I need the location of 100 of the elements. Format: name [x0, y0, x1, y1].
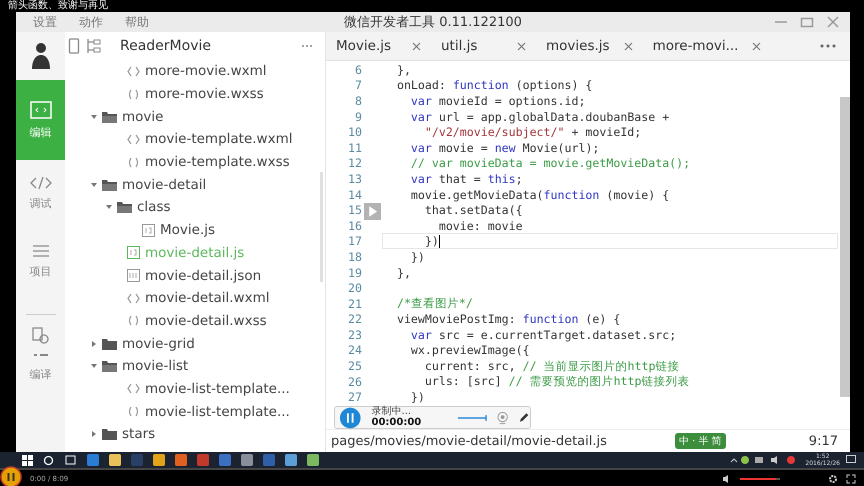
code-line: movie.getMovieData(function (movie) {	[410, 188, 670, 202]
code-line: onLoad: function (options) {	[396, 78, 592, 92]
code-line: var src = e.currentTarget.dataset.src;	[410, 328, 676, 342]
code-line: })	[410, 250, 425, 264]
file-tab[interactable]: util.js	[431, 32, 536, 60]
tree-item[interactable]: movie-list	[122, 358, 188, 374]
line-number: 10	[347, 125, 362, 140]
tree-item[interactable]: more-movie.wxml	[145, 63, 267, 80]
menu-item[interactable]: 设置	[33, 14, 57, 30]
tree-item[interactable]: movie-template.wxss	[145, 154, 290, 170]
line-number: 19	[347, 266, 362, 280]
search-icon[interactable]	[43, 454, 54, 466]
code-line: wx.previewImage({	[410, 343, 530, 358]
line-number: 17	[347, 234, 362, 248]
folder-icon	[117, 201, 132, 214]
line-number: 6	[354, 62, 362, 77]
pen-icon[interactable]	[518, 411, 530, 424]
taskbar-app-icon[interactable]	[241, 454, 253, 466]
file-icon	[142, 224, 155, 237]
line-number: 7	[354, 78, 362, 92]
menu-item[interactable]: 动作	[79, 14, 103, 30]
input-method-badge[interactable]: 中 · 半 简	[674, 433, 726, 449]
close-icon[interactable]	[624, 42, 633, 50]
code-brackets-icon	[30, 176, 52, 190]
avatar-silhouette-icon[interactable]	[30, 40, 52, 70]
settings-icon[interactable]	[828, 474, 838, 484]
window-title: 微信开发者工具 0.11.122100	[344, 14, 522, 31]
tree-item[interactable]: class	[137, 199, 171, 216]
line-number: 27	[347, 390, 362, 404]
tree-item[interactable]: Movie.js	[160, 222, 216, 238]
caret-icon[interactable]	[91, 114, 97, 120]
tree-item[interactable]: movie-detail.wxss	[145, 312, 267, 329]
tree-item[interactable]: stars	[122, 426, 156, 442]
webcam-icon[interactable]	[496, 410, 508, 424]
line-number: 18	[347, 250, 362, 264]
caret-icon[interactable]	[91, 182, 97, 188]
line-number: 23	[347, 328, 362, 342]
parentheses-icon	[127, 88, 140, 100]
caret-icon[interactable]	[91, 340, 97, 347]
play-icon[interactable]	[364, 203, 381, 220]
line-number: 26	[347, 374, 362, 389]
tree-item[interactable]: movie-grid	[122, 336, 195, 352]
close-icon[interactable]	[826, 16, 840, 28]
file-tab[interactable]: movies.js	[536, 32, 643, 60]
folder-icon	[102, 428, 117, 440]
tree-item[interactable]: movie-detail.wxml	[145, 290, 270, 306]
file-tab[interactable]: Movie.js	[326, 32, 431, 60]
code-line: var movieId = options.id;	[410, 94, 586, 108]
notification-icon[interactable]	[846, 455, 856, 465]
code-line: },	[396, 62, 411, 77]
tree-item[interactable]: movie-list-template...	[145, 404, 290, 420]
line-number: 15	[347, 203, 362, 218]
taskbar-app-icon[interactable]	[175, 454, 187, 466]
code-line: var that = this;	[410, 172, 523, 186]
tree-structure-icon[interactable]	[86, 38, 102, 54]
task-view-icon[interactable]	[64, 455, 77, 465]
code-line: })	[410, 390, 425, 404]
phone-icon[interactable]	[68, 38, 80, 54]
code-line: })	[424, 234, 439, 248]
taskbar-app-icon[interactable]	[153, 454, 165, 466]
close-icon[interactable]	[412, 42, 421, 50]
tree-item[interactable]: movie-detail	[122, 176, 206, 193]
file-icon	[127, 269, 140, 282]
folder-icon	[102, 338, 117, 350]
tree-item[interactable]: movie-detail.json	[145, 268, 262, 284]
recording-time: 00:00:00	[372, 418, 422, 428]
line-number: 22	[347, 312, 362, 326]
fullscreen-icon[interactable]	[846, 474, 856, 484]
tree-item[interactable]: movie	[122, 108, 164, 125]
taskbar-app-icon[interactable]	[109, 454, 121, 466]
code-line: current: src, // 当前显示图片的http链接	[424, 358, 680, 374]
menu-item[interactable]: 帮助	[125, 14, 149, 30]
taskbar-app-icon[interactable]	[285, 454, 297, 466]
angle-brackets-icon	[127, 134, 140, 145]
file-path: pages/movies/movie-detail/movie-detail.js	[331, 434, 607, 448]
caret-icon[interactable]	[91, 363, 97, 370]
caret-icon[interactable]	[106, 204, 112, 210]
tree-item[interactable]: movie-template.wxml	[145, 131, 292, 148]
tree-item[interactable]: movie-list-template...	[145, 380, 290, 397]
pause-button[interactable]	[0, 466, 22, 486]
line-number: 20	[347, 281, 362, 296]
taskbar-app-icon[interactable]	[307, 454, 319, 466]
parentheses-icon	[127, 406, 140, 418]
recording-status: 录制中...	[372, 407, 412, 418]
more-icon[interactable]	[820, 44, 836, 48]
caret-icon[interactable]	[91, 431, 97, 438]
windows-logo-icon[interactable]	[22, 454, 33, 466]
file-tab[interactable]: more-movi...	[642, 32, 772, 60]
line-number: 21	[347, 296, 362, 311]
code-line: // var movieData = movie.getMovieData();	[410, 156, 690, 170]
close-icon[interactable]	[517, 42, 526, 50]
maximize-icon[interactable]	[800, 16, 814, 28]
code-line: that.setData({	[424, 203, 523, 218]
cursor-position: 9:17	[808, 434, 838, 448]
scrollbar[interactable]	[840, 97, 850, 397]
more-icon[interactable]	[301, 44, 313, 48]
code-line: var url = app.globalData.doubanBase +	[410, 110, 670, 124]
tree-item[interactable]: more-movie.wxss	[145, 86, 264, 102]
close-icon[interactable]	[752, 42, 762, 50]
line-number: 24	[347, 343, 362, 358]
